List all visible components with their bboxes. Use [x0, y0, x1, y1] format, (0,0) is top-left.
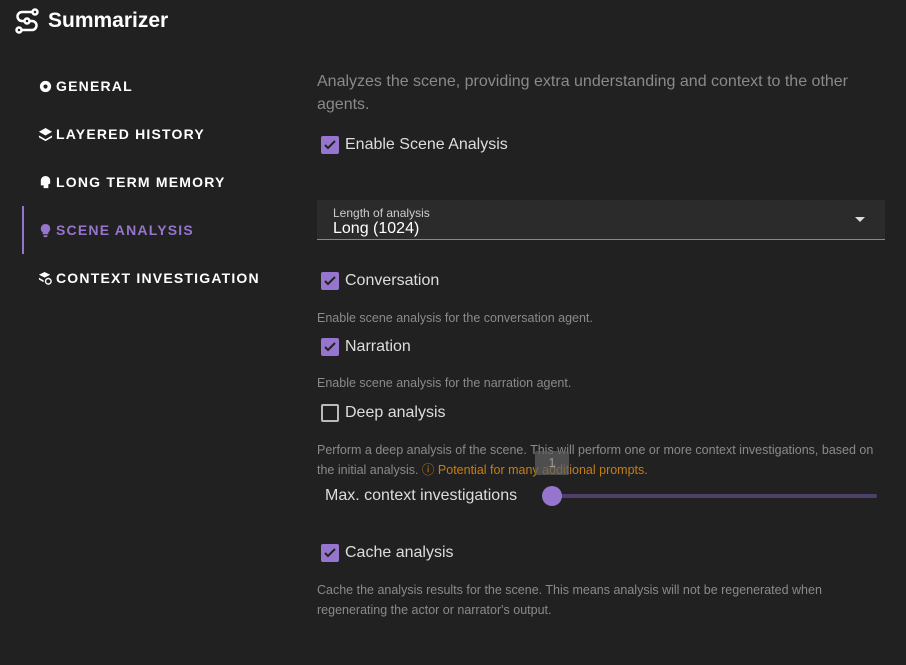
- slider-label: Max. context investigations: [325, 487, 518, 504]
- app-title: Summarizer: [14, 8, 168, 34]
- check-icon: [321, 136, 339, 154]
- slider-value-tooltip: 1: [535, 451, 569, 475]
- sidebar-item-scene-analysis[interactable]: SCENE ANALYSIS: [22, 206, 292, 254]
- chevron-down-icon: [855, 217, 865, 222]
- intro-text: Analyzes the scene, providing extra unde…: [317, 73, 849, 113]
- brain-icon: [40, 175, 51, 188]
- scene-analysis-panel: Analyzes the scene, providing extra unde…: [317, 70, 885, 617]
- sidebar-item-general[interactable]: GENERAL: [22, 62, 292, 110]
- narration-hint: Enable scene analysis for the narration …: [317, 376, 572, 390]
- length-of-analysis-select[interactable]: Length of analysis Long (1024): [317, 200, 885, 240]
- lightbulb-icon: [40, 223, 51, 237]
- layers-icon: [38, 127, 53, 141]
- conversation-hint: Enable scene analysis for the conversati…: [317, 311, 593, 325]
- cache-analysis-hint: Cache the analysis results for the scene…: [317, 583, 822, 617]
- cache-analysis-checkbox[interactable]: Cache analysis: [321, 544, 454, 562]
- search-layers-icon: [38, 271, 52, 285]
- check-icon: [321, 272, 339, 290]
- check-icon: [321, 338, 339, 356]
- check-icon: [321, 544, 339, 562]
- sidebar-nav: GENERAL LAYERED HISTORY LONG TERM MEMORY…: [22, 62, 292, 302]
- slider-track[interactable]: [552, 494, 877, 498]
- sidebar-item-layered-history[interactable]: LAYERED HISTORY: [22, 110, 292, 158]
- flow-icon: [15, 8, 39, 34]
- warning-icon: ⓘ: [418, 463, 438, 477]
- sidebar-item-long-term-memory[interactable]: LONG TERM MEMORY: [22, 158, 292, 206]
- sidebar-item-context-investigation[interactable]: CONTEXT INVESTIGATION: [22, 254, 292, 302]
- deep-analysis-checkbox[interactable]: Deep analysis: [321, 404, 446, 422]
- enable-scene-analysis-checkbox[interactable]: Enable Scene Analysis: [321, 136, 508, 154]
- slider-thumb[interactable]: [542, 486, 562, 506]
- gear-icon: [39, 80, 52, 92]
- narration-checkbox[interactable]: Narration: [321, 338, 411, 356]
- conversation-checkbox[interactable]: Conversation: [321, 272, 439, 290]
- deep-analysis-hint: Perform a deep analysis of the scene. Th…: [317, 443, 874, 477]
